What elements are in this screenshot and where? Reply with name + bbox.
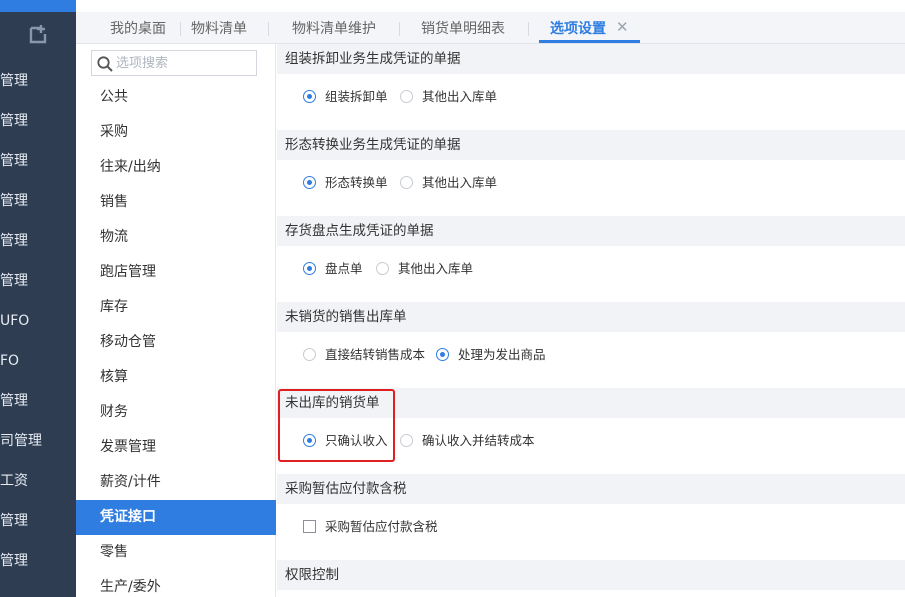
- radio-label: 组装拆卸单: [325, 89, 388, 104]
- sidebar-item-invoice[interactable]: 发票管理: [76, 430, 276, 465]
- nav-item[interactable]: 管理: [0, 109, 76, 133]
- radio-button[interactable]: [436, 348, 449, 361]
- nav-item[interactable]: 管理: [0, 189, 76, 213]
- tab-divider: [180, 22, 181, 36]
- checkbox-option[interactable]: 采购暂估应付款含税: [303, 517, 438, 537]
- section-header: 权限控制: [277, 560, 905, 590]
- radio-option[interactable]: 组装拆卸单: [303, 87, 388, 107]
- section-header: 采购暂估应付款含税: [277, 474, 905, 504]
- active-tab-underline: [539, 40, 640, 43]
- nav-item[interactable]: 司管理: [0, 429, 76, 453]
- nav-item[interactable]: 管理: [0, 509, 76, 533]
- radio-option[interactable]: 处理为发出商品: [436, 345, 546, 365]
- nav-item[interactable]: 工资: [0, 469, 76, 493]
- nav-item[interactable]: 管理: [0, 269, 76, 293]
- nav-item[interactable]: 管理: [0, 549, 76, 573]
- radio-option[interactable]: 其他出入库单: [376, 259, 473, 279]
- sidebar-item-mobile-warehouse[interactable]: 移动仓管: [76, 325, 276, 360]
- radio-option[interactable]: 形态转换单: [303, 173, 388, 193]
- radio-button[interactable]: [303, 262, 316, 275]
- tab-divider: [528, 22, 529, 36]
- nav-item[interactable]: UFO: [0, 309, 76, 333]
- highlight-annotation-box: [278, 389, 395, 462]
- options-sidebar: 公共 采购 往来/出纳 销售 物流 跑店管理 库存 移动仓管 核算 财务 发票管…: [76, 44, 276, 597]
- radio-label: 形态转换单: [325, 175, 388, 190]
- checkbox-label: 采购暂估应付款含税: [325, 519, 438, 534]
- radio-button[interactable]: [303, 90, 316, 103]
- radio-label: 处理为发出商品: [458, 347, 546, 362]
- radio-label: 其他出入库单: [422, 89, 498, 104]
- radio-option[interactable]: 确认收入并结转成本: [400, 431, 535, 451]
- sidebar-item-sales[interactable]: 销售: [76, 185, 276, 220]
- tab-divider: [268, 22, 269, 36]
- section-header: 存货盘点生成凭证的单据: [277, 216, 905, 246]
- nav-item[interactable]: 管理: [0, 69, 76, 93]
- sidebar-item-finance[interactable]: 财务: [76, 395, 276, 430]
- radio-option[interactable]: 其他出入库单: [400, 173, 497, 193]
- nav-top-accent-bar: [0, 0, 76, 12]
- tab-bar: 我的桌面 物料清单 物料清单维护 销货单明细表 选项设置 ✕: [76, 12, 905, 44]
- section-header: 组装拆卸业务生成凭证的单据: [277, 44, 905, 74]
- search-icon[interactable]: [96, 55, 114, 73]
- sidebar-item-costing[interactable]: 核算: [76, 360, 276, 395]
- sidebar-item-store-visits[interactable]: 跑店管理: [76, 255, 276, 290]
- sidebar-item-voucher-interface[interactable]: 凭证接口: [76, 500, 276, 535]
- section-header: 形态转换业务生成凭证的单据: [277, 130, 905, 160]
- radio-button[interactable]: [400, 434, 413, 447]
- radio-button[interactable]: [376, 262, 389, 275]
- section-header: 未销货的销售出库单: [277, 302, 905, 332]
- tab-bom[interactable]: 物料清单: [191, 12, 247, 44]
- search-box: [91, 50, 257, 76]
- nav-item[interactable]: 管理: [0, 389, 76, 413]
- radio-label: 确认收入并结转成本: [422, 433, 535, 448]
- tab-desktop[interactable]: 我的桌面: [110, 12, 166, 44]
- sidebar-item-production[interactable]: 生产/委外: [76, 570, 276, 597]
- options-content: 组装拆卸业务生成凭证的单据 组装拆卸单 其他出入库单 形态转换业务生成凭证的单据…: [277, 44, 905, 597]
- sidebar-item-purchase[interactable]: 采购: [76, 115, 276, 150]
- close-icon[interactable]: ✕: [616, 20, 629, 35]
- sidebar-item-general[interactable]: 公共: [76, 80, 276, 115]
- app-logo-icon[interactable]: [29, 24, 49, 44]
- nav-item[interactable]: 管理: [0, 229, 76, 253]
- tab-sales-detail-report[interactable]: 销货单明细表: [421, 12, 505, 44]
- tab-divider: [399, 22, 400, 36]
- radio-option[interactable]: 其他出入库单: [400, 87, 497, 107]
- radio-button[interactable]: [303, 176, 316, 189]
- search-input[interactable]: [116, 53, 254, 73]
- radio-label: 其他出入库单: [422, 175, 498, 190]
- radio-button[interactable]: [400, 176, 413, 189]
- radio-option[interactable]: 直接结转销售成本: [303, 345, 425, 365]
- sidebar-item-logistics[interactable]: 物流: [76, 220, 276, 255]
- radio-label: 盘点单: [325, 261, 363, 276]
- sidebar-item-payroll[interactable]: 薪资/计件: [76, 465, 276, 500]
- nav-item[interactable]: 管理: [0, 149, 76, 173]
- tab-bom-maintenance[interactable]: 物料清单维护: [292, 12, 376, 44]
- radio-button[interactable]: [303, 348, 316, 361]
- sidebar-item-inventory[interactable]: 库存: [76, 290, 276, 325]
- main-nav: 管理 管理 管理 管理 管理 管理 UFO FO 管理 司管理 工资 管理 管理: [0, 0, 76, 597]
- nav-item[interactable]: FO: [0, 349, 76, 373]
- radio-option[interactable]: 盘点单: [303, 259, 363, 279]
- sidebar-item-retail[interactable]: 零售: [76, 535, 276, 570]
- radio-label: 其他出入库单: [398, 261, 474, 276]
- radio-button[interactable]: [400, 90, 413, 103]
- sidebar-item-accounts-cashier[interactable]: 往来/出纳: [76, 150, 276, 185]
- checkbox[interactable]: [303, 520, 316, 533]
- radio-label: 直接结转销售成本: [325, 347, 426, 362]
